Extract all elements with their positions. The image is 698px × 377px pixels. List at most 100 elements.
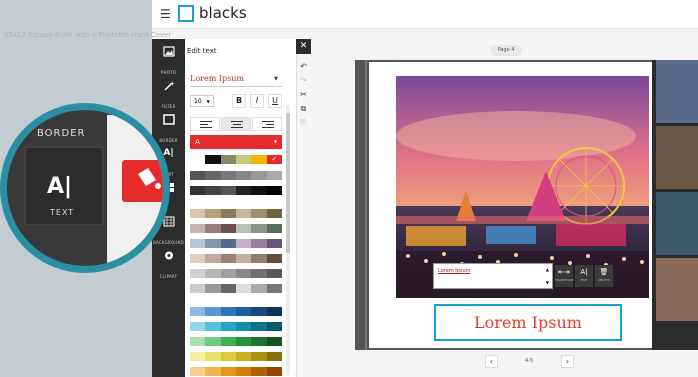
text-color-button[interactable]: A ▼ <box>190 135 282 149</box>
color-swatch[interactable] <box>251 337 267 346</box>
color-swatch[interactable] <box>190 186 206 195</box>
left-page[interactable]: Lorem Ipsum ▲ ▼ ⇤⇥ TRANSFORM A| TEXT 🗑 D… <box>369 62 652 348</box>
color-swatch[interactable] <box>235 171 252 180</box>
color-swatch[interactable] <box>220 171 236 180</box>
color-swatch[interactable] <box>266 322 282 331</box>
color-swatch[interactable] <box>190 284 206 293</box>
panel-scrollbar[interactable] <box>286 105 290 375</box>
color-swatch[interactable] <box>251 209 267 218</box>
color-swatch[interactable] <box>251 367 267 376</box>
color-swatch[interactable] <box>266 284 282 293</box>
color-swatch[interactable] <box>205 254 221 263</box>
right-page-photo[interactable] <box>656 192 698 255</box>
color-swatch[interactable] <box>205 307 221 316</box>
color-swatch[interactable] <box>205 269 221 278</box>
color-swatch[interactable] <box>235 322 252 331</box>
color-swatch[interactable] <box>266 186 282 195</box>
color-swatch[interactable] <box>266 171 282 180</box>
color-swatch[interactable] <box>235 269 252 278</box>
color-swatch[interactable] <box>220 269 236 278</box>
color-swatch[interactable] <box>220 367 236 376</box>
color-swatch[interactable] <box>190 224 206 233</box>
color-swatch[interactable] <box>251 186 267 195</box>
color-swatch[interactable] <box>190 209 206 218</box>
color-swatch[interactable] <box>205 224 221 233</box>
color-swatch[interactable] <box>235 239 252 248</box>
color-swatch[interactable] <box>205 322 221 331</box>
color-swatch[interactable] <box>220 254 236 263</box>
color-swatch[interactable] <box>220 337 236 346</box>
color-swatch[interactable] <box>235 155 252 164</box>
color-swatch[interactable] <box>266 269 282 278</box>
delete-button[interactable]: 🗑 DELETE <box>595 265 613 287</box>
color-swatch[interactable] <box>235 254 252 263</box>
color-swatch[interactable] <box>235 367 252 376</box>
color-swatch[interactable] <box>235 284 252 293</box>
color-swatch[interactable] <box>266 239 282 248</box>
right-page-photo[interactable] <box>656 60 698 123</box>
color-swatch[interactable] <box>190 352 206 361</box>
hamburger-icon[interactable]: ☰ <box>160 7 171 21</box>
color-swatch[interactable] <box>235 337 252 346</box>
color-swatch[interactable] <box>251 322 267 331</box>
transform-button[interactable]: ⇤⇥ TRANSFORM <box>555 265 574 287</box>
sidebar-item-photo[interactable]: PHOTO <box>152 41 185 75</box>
color-swatch[interactable] <box>220 307 236 316</box>
next-page-button[interactable]: › <box>561 355 574 368</box>
paste-button[interactable]: ⎘ <box>297 118 310 130</box>
color-swatch[interactable] <box>220 155 236 164</box>
caption-input[interactable]: Lorem Ipsum ▲ ▼ <box>433 263 553 289</box>
color-swatch[interactable] <box>190 269 206 278</box>
font-size-select[interactable]: 10 ▼ <box>190 95 214 107</box>
color-swatch[interactable] <box>205 352 221 361</box>
italic-button[interactable]: I <box>250 94 264 108</box>
align-left-button[interactable] <box>190 117 220 131</box>
color-swatch[interactable] <box>251 254 267 263</box>
color-swatch[interactable] <box>266 337 282 346</box>
color-swatch[interactable] <box>205 186 221 195</box>
copy-button[interactable]: ⧉ <box>297 104 310 116</box>
align-right-button[interactable] <box>252 117 282 131</box>
color-swatch[interactable] <box>251 307 267 316</box>
color-swatch[interactable] <box>205 155 221 164</box>
undo-button[interactable]: ↶ <box>297 62 310 74</box>
color-swatch[interactable] <box>266 367 282 376</box>
color-swatch[interactable] <box>251 224 267 233</box>
color-swatch[interactable] <box>205 284 221 293</box>
text-frame[interactable]: Lorem Ipsum <box>434 304 622 341</box>
color-swatch[interactable] <box>190 155 206 164</box>
color-swatch[interactable] <box>190 307 206 316</box>
color-swatch[interactable] <box>235 352 252 361</box>
color-swatch[interactable] <box>266 307 282 316</box>
color-swatch[interactable] <box>220 186 236 195</box>
right-page-photo[interactable] <box>656 258 698 321</box>
color-swatch[interactable] <box>251 239 267 248</box>
prev-page-button[interactable]: ‹ <box>485 355 498 368</box>
color-swatch[interactable] <box>205 209 221 218</box>
font-family-select[interactable]: Lorem Ipsum ▼ <box>190 74 282 87</box>
bold-button[interactable]: B <box>232 94 246 108</box>
right-page-photo[interactable] <box>656 126 698 189</box>
color-swatch[interactable] <box>190 254 206 263</box>
right-page[interactable] <box>652 60 698 350</box>
color-swatch[interactable] <box>220 352 236 361</box>
color-swatch[interactable] <box>251 284 267 293</box>
color-swatch[interactable] <box>190 367 206 376</box>
color-swatch[interactable] <box>266 224 282 233</box>
color-swatch[interactable] <box>251 269 267 278</box>
color-swatch[interactable] <box>235 209 252 218</box>
color-swatch[interactable] <box>266 209 282 218</box>
cut-button[interactable]: ✂ <box>297 90 310 102</box>
color-swatch[interactable] <box>266 254 282 263</box>
color-swatch[interactable] <box>266 352 282 361</box>
color-swatch[interactable] <box>251 352 267 361</box>
color-swatch[interactable] <box>205 367 221 376</box>
redo-button[interactable]: ↷ <box>297 76 310 88</box>
text-button[interactable]: A| TEXT <box>575 265 593 287</box>
color-swatch[interactable] <box>220 284 236 293</box>
color-swatch[interactable] <box>205 337 221 346</box>
color-swatch[interactable] <box>235 186 252 195</box>
color-swatch[interactable] <box>251 155 267 164</box>
color-swatch[interactable] <box>235 224 252 233</box>
underline-button[interactable]: U <box>268 94 282 108</box>
